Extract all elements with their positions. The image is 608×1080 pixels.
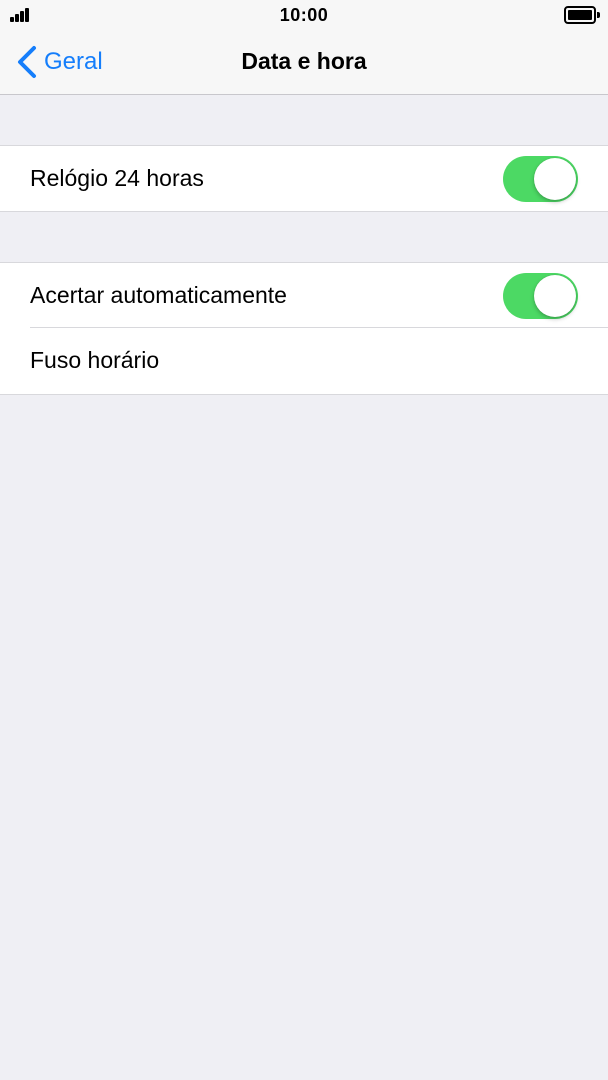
setting-label-24h-clock: Relógio 24 horas (30, 165, 204, 191)
battery-full-icon (564, 6, 600, 24)
setting-row-24h-clock: Relógio 24 horas (0, 146, 608, 211)
status-bar: 10:00 (0, 0, 608, 30)
toggle-24h-clock[interactable] (503, 155, 578, 202)
status-time: 10:00 (279, 5, 329, 25)
setting-label-auto-set: Acertar automaticamente (30, 282, 287, 308)
toggle-auto-set[interactable] (503, 272, 578, 319)
toggle-knob (534, 157, 576, 200)
page-title: Data e hora (241, 48, 367, 74)
screen: 10:00 Geral Data e hora Relógio 24 horas… (0, 0, 608, 1080)
settings-group-time: Acertar automaticamente Fuso horário (0, 262, 608, 395)
toggle-knob (534, 274, 576, 317)
setting-row-time-zone[interactable]: Fuso horário (0, 328, 608, 393)
setting-label-time-zone: Fuso horário (30, 347, 160, 373)
setting-row-auto-set: Acertar automaticamente (0, 263, 608, 328)
navigation-bar: Geral Data e hora (0, 30, 608, 95)
settings-group-clock: Relógio 24 horas (0, 145, 608, 212)
